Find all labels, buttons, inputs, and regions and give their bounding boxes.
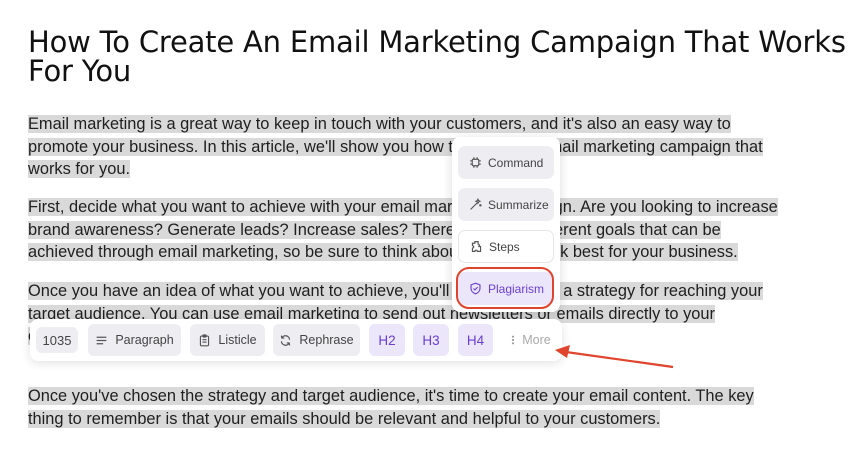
refresh-icon bbox=[281, 334, 291, 346]
menu-item-label: Command bbox=[488, 155, 544, 170]
menu-item-command[interactable]: Command bbox=[458, 146, 554, 179]
more-label: More bbox=[522, 333, 551, 347]
article-title: How To Create An Email Marketing Campaig… bbox=[28, 25, 846, 88]
heading-2-button[interactable]: H2 bbox=[369, 324, 405, 356]
menu-item-label: Summarize bbox=[488, 197, 549, 212]
rephrase-button[interactable]: Rephrase bbox=[273, 324, 360, 356]
menu-item-label: Plagiarism bbox=[488, 281, 545, 296]
summarize-icon bbox=[470, 198, 482, 210]
ai-command-menu: Command Summarize Steps Plagiarism bbox=[452, 137, 560, 312]
formatting-toolbar: 1035 Paragraph Listicle Rephrase H2 H3 H… bbox=[30, 319, 562, 361]
heading-3-button[interactable]: H3 bbox=[413, 324, 449, 356]
paragraph-lines-icon bbox=[96, 336, 107, 344]
steps-icon bbox=[471, 241, 482, 252]
command-icon bbox=[470, 157, 481, 168]
article-paragraph-1[interactable]: Email marketing is a great way to keep i… bbox=[28, 113, 788, 181]
menu-item-steps[interactable]: Steps bbox=[458, 230, 554, 263]
paragraph-text: Email marketing is a great way to keep i… bbox=[28, 115, 763, 178]
rephrase-label: Rephrase bbox=[299, 333, 354, 347]
shield-check-icon bbox=[470, 282, 481, 295]
menu-item-label: Steps bbox=[489, 239, 520, 254]
heading-4-button[interactable]: H4 bbox=[458, 324, 493, 356]
paragraph-text: Once you've chosen the strategy and targ… bbox=[28, 387, 754, 428]
more-button[interactable]: More bbox=[504, 324, 558, 356]
menu-item-summarize[interactable]: Summarize bbox=[458, 188, 554, 221]
article-paragraph-2[interactable]: First, decide what you want to achieve w… bbox=[28, 196, 788, 264]
more-vertical-icon bbox=[512, 335, 515, 345]
paragraph-button[interactable]: Paragraph bbox=[88, 324, 181, 356]
menu-item-plagiarism[interactable]: Plagiarism bbox=[458, 272, 554, 305]
word-count-badge: 1035 bbox=[36, 327, 78, 353]
paragraph-label: Paragraph bbox=[115, 333, 174, 347]
article-paragraph-4[interactable]: Once you've chosen the strategy and targ… bbox=[28, 385, 788, 430]
listicle-button[interactable]: Listicle bbox=[190, 324, 265, 356]
clipboard-list-icon bbox=[200, 333, 210, 346]
listicle-label: Listicle bbox=[218, 333, 257, 347]
paragraph-text: First, decide what you want to achieve w… bbox=[28, 198, 778, 261]
